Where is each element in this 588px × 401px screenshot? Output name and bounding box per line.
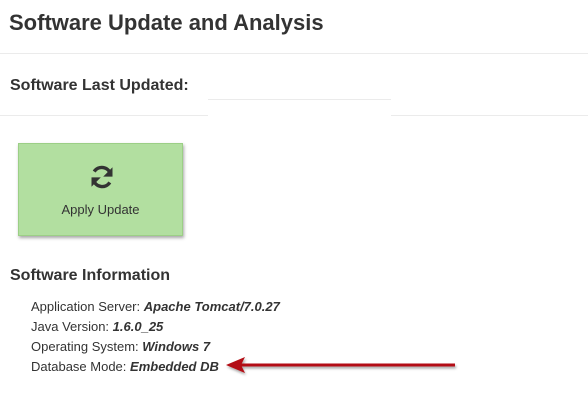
info-row-operating-system: Operating System: Windows 7 — [31, 337, 280, 357]
info-row-app-server: Application Server: Apache Tomcat/7.0.27 — [31, 297, 280, 317]
info-value: 1.6.0_25 — [112, 319, 164, 334]
last-updated-label: Software Last Updated: — [10, 77, 189, 94]
info-value: Windows 7 — [142, 339, 211, 354]
software-info-heading: Software Information — [10, 267, 171, 284]
info-value: Apache Tomcat/7.0.27 — [143, 299, 280, 314]
info-label: Database Mode: — [31, 359, 127, 374]
info-row-java-version: Java Version: 1.6.0_25 — [31, 317, 280, 337]
annotation-arrow — [226, 357, 455, 373]
info-label: Operating System: — [31, 339, 139, 354]
apply-update-button[interactable]: Apply Update — [18, 143, 183, 236]
page-title: Software Update and Analysis — [9, 10, 324, 35]
divider — [208, 99, 391, 100]
info-label: Application Server: — [31, 299, 141, 314]
divider — [0, 115, 208, 116]
divider — [391, 115, 588, 116]
refresh-icon — [91, 165, 113, 189]
apply-update-label: Apply Update — [61, 202, 140, 217]
info-value: Embedded DB — [130, 359, 219, 374]
last-updated-value — [208, 78, 390, 98]
divider — [0, 53, 588, 54]
info-label: Java Version: — [31, 319, 110, 334]
